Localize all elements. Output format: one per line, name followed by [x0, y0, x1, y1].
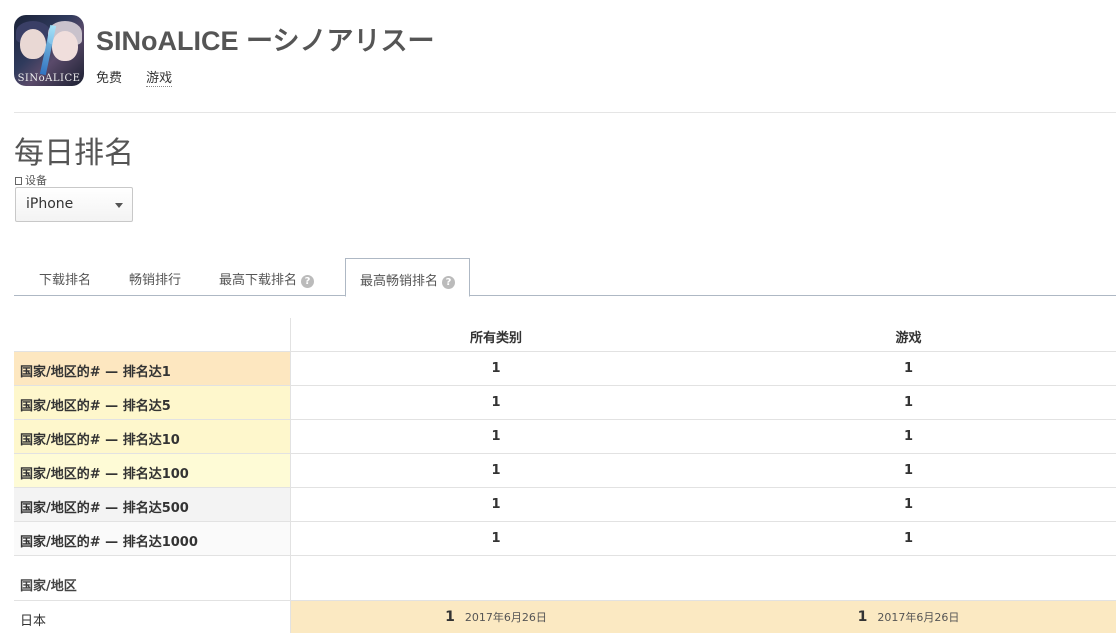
- help-icon[interactable]: ?: [301, 275, 315, 288]
- tab-top-download-rank[interactable]: 最高下载排名?: [219, 258, 315, 296]
- rank-tabs: 下载排名 畅销排行 最高下载排名? 最高畅销排名?: [14, 258, 1116, 297]
- table-row: 国家/地区的# — 排名达1000 1 1: [14, 522, 1116, 556]
- app-price: 免费: [96, 71, 123, 86]
- header-divider: [14, 112, 1116, 113]
- rank-value-games: 1: [903, 531, 914, 546]
- rank-table: 所有类别 游戏 国家/地区的# — 排名达1 1 1 国家/地区的# — 排名达5 1 1…: [14, 318, 1116, 633]
- rank-value-games: 1: [903, 497, 914, 512]
- rank-value-all: 1: [491, 497, 501, 512]
- row-label: 国家/地区的# — 排名达1000: [14, 522, 291, 555]
- table-row: 国家/地区的# — 排名达1 1 1: [14, 352, 1116, 386]
- chevron-down-icon: [115, 203, 123, 208]
- tab-label: 畅销排行: [129, 273, 182, 288]
- rank-value-all: 1: [491, 361, 501, 376]
- rank-value-all: 1: [491, 395, 501, 410]
- rank-value-all: 1: [491, 463, 501, 478]
- tab-top-grossing-rank[interactable]: 最高畅销排名?: [345, 258, 471, 297]
- column-header-games: 游戏: [895, 331, 922, 346]
- table-row: 国家/地区的# — 排名达500 1 1: [14, 488, 1116, 522]
- rank-rows: 国家/地区的# — 排名达1 1 1 国家/地区的# — 排名达5 1 1 国家/地区的# …: [14, 352, 1116, 556]
- country-rows: 日本 1 2017年6月26日 1 2017年6月26日: [14, 601, 1116, 633]
- tab-label: 最高畅销排名: [360, 274, 439, 289]
- app-category-link[interactable]: 游戏: [146, 71, 173, 87]
- rank-value-games: 1: [903, 429, 914, 444]
- app-icon-art: [52, 31, 78, 61]
- row-label: 国家/地区的# — 排名达100: [14, 454, 291, 487]
- country-header: 国家/地区: [14, 556, 291, 600]
- column-header-all-categories: 所有类别: [469, 331, 522, 346]
- page-title: 每日排名: [14, 136, 134, 171]
- device-icon: [15, 177, 22, 185]
- country-header-row: 国家/地区: [14, 556, 1116, 601]
- app-title: SINoALICE ーシノアリスー: [96, 26, 435, 56]
- device-select[interactable]: iPhone: [15, 187, 133, 222]
- row-label: 国家/地区的# — 排名达500: [14, 488, 291, 521]
- country-name: 日本: [14, 601, 291, 633]
- row-label: 国家/地区的# — 排名达5: [14, 386, 291, 419]
- app-icon-art: [20, 29, 46, 59]
- rank-value-games: 1: [903, 395, 914, 410]
- table-row: 国家/地区的# — 排名达100 1 1: [14, 454, 1116, 488]
- tab-download-rank[interactable]: 下载排名: [39, 258, 91, 296]
- rank-date: 2017年6月26日: [464, 611, 547, 624]
- app-header: SINoALICE SINoALICE ーシノアリスー 免费 游戏: [14, 15, 1116, 113]
- rank-value-games: 1: [903, 463, 914, 478]
- tab-grossing-rank[interactable]: 畅销排行: [129, 258, 181, 296]
- rank-value-games: 1: [903, 361, 914, 376]
- device-select-value: iPhone: [26, 196, 74, 212]
- device-label: 设备: [15, 172, 47, 188]
- table-header-row: 所有类别 游戏: [14, 318, 1116, 352]
- table-row: 国家/地区的# — 排名达10 1 1: [14, 420, 1116, 454]
- rank-value: 1: [857, 609, 868, 625]
- rank-date: 2017年6月26日: [877, 611, 960, 624]
- app-meta: 免费 游戏: [96, 67, 173, 87]
- device-label-text: 设备: [25, 174, 47, 187]
- rank-value: 1: [445, 609, 455, 625]
- help-icon[interactable]: ?: [442, 276, 456, 289]
- app-icon[interactable]: SINoALICE: [14, 15, 84, 86]
- table-header-empty: [14, 318, 291, 351]
- rank-value-all: 1: [491, 531, 501, 546]
- country-row: 日本 1 2017年6月26日 1 2017年6月26日: [14, 601, 1116, 633]
- app-icon-logo: SINoALICE: [17, 73, 81, 84]
- row-label: 国家/地区的# — 排名达1: [14, 352, 291, 385]
- tab-label: 下载排名: [39, 273, 92, 288]
- row-label: 国家/地区的# — 排名达10: [14, 420, 291, 453]
- country-rank-games: 1 2017年6月26日: [701, 601, 1116, 633]
- table-row: 国家/地区的# — 排名达5 1 1: [14, 386, 1116, 420]
- country-rank-all: 1 2017年6月26日: [291, 601, 701, 633]
- rank-value-all: 1: [491, 429, 501, 444]
- tab-label: 最高下载排名: [219, 273, 298, 288]
